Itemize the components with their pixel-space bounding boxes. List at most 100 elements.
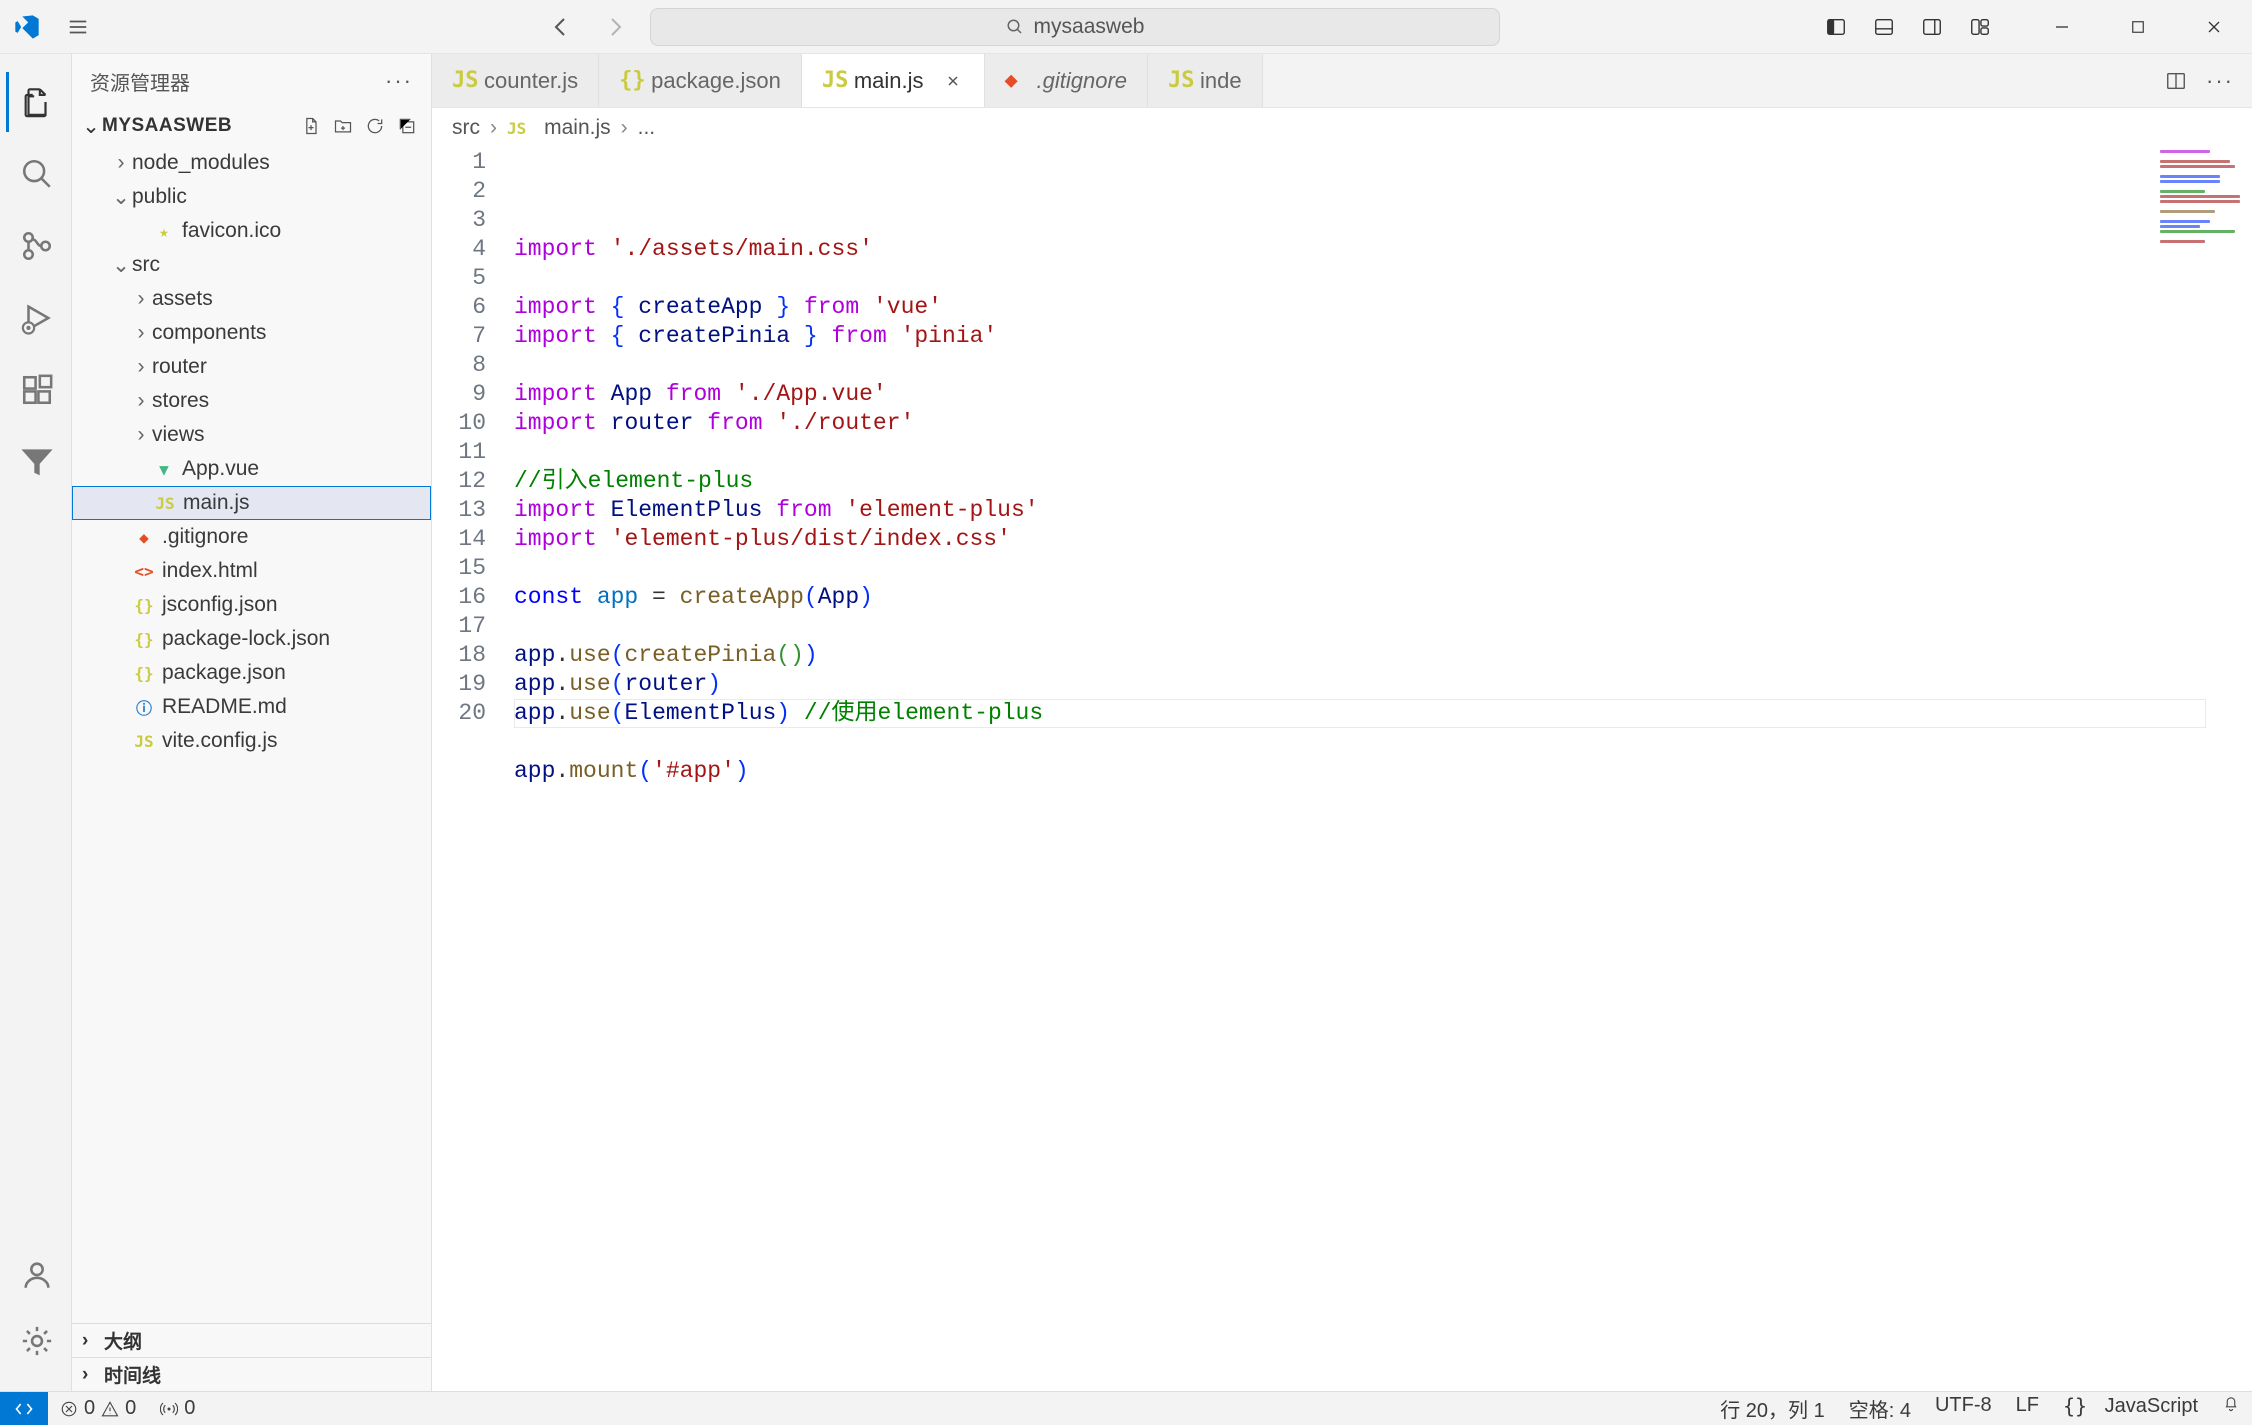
indent-status[interactable]: 空格: 4 (1837, 1394, 1923, 1423)
breadcrumb-symbol[interactable]: ... (638, 116, 656, 140)
code-editor[interactable]: 1234567891011121314151617181920 import '… (432, 148, 2252, 1391)
file-tree-item[interactable]: JSmain.js (72, 486, 431, 520)
nav-back-button[interactable] (542, 7, 582, 47)
file-tree: ›node_modules⌄public★favicon.ico⌄src›ass… (72, 144, 431, 1323)
file-tree-item[interactable]: ›node_modules (72, 146, 431, 180)
tab-bar: JScounter.js{}package.json JS main.js ◆.git… (432, 54, 2252, 108)
file-label: package-lock.json (162, 627, 330, 651)
file-label: assets (152, 287, 213, 311)
file-tree-item[interactable]: ›assets (72, 282, 431, 316)
chevron-right-icon: › (130, 423, 152, 447)
account-icon[interactable] (6, 1245, 66, 1305)
breadcrumb-file[interactable]: JS main.js (507, 116, 611, 140)
chevron-right-icon: › (82, 1330, 104, 1352)
file-tree-item[interactable]: JSvite.config.js (72, 724, 431, 758)
filter-tab-icon[interactable] (6, 432, 66, 492)
layout-panel-bottom-icon[interactable] (1860, 3, 1908, 51)
layout-sidebar-left-icon[interactable] (1812, 3, 1860, 51)
chevron-right-icon: › (110, 151, 132, 175)
title-bar: mysaasweb (0, 0, 2252, 54)
file-tree-item[interactable]: {} package-lock.json (72, 622, 431, 656)
breadcrumb[interactable]: src › JS main.js › ... (432, 108, 2252, 148)
file-tree-item[interactable]: ›views (72, 418, 431, 452)
editor-tab[interactable]: JScounter.js (432, 54, 599, 107)
file-tree-item[interactable]: ⓘREADME.md (72, 690, 431, 724)
timeline-section[interactable]: › 时间线 (72, 1357, 431, 1391)
file-icon: {} (132, 630, 156, 649)
close-tab-icon[interactable] (942, 73, 964, 89)
new-file-icon[interactable] (295, 110, 327, 142)
file-label: jsconfig.json (162, 593, 278, 617)
encoding-status[interactable]: UTF-8 (1923, 1394, 2004, 1417)
command-center[interactable]: mysaasweb (650, 8, 1500, 46)
tab-label: main.js (854, 68, 924, 94)
refresh-icon[interactable] (359, 110, 391, 142)
outline-section[interactable]: › 大纲 (72, 1323, 431, 1357)
notification-bell-icon[interactable] (2210, 1394, 2252, 1412)
chevron-right-icon: › (82, 1364, 104, 1386)
explorer-tab-icon[interactable] (6, 72, 66, 132)
remote-indicator[interactable] (0, 1392, 48, 1425)
ports-status[interactable]: 0 (148, 1392, 207, 1425)
window-close-button[interactable] (2176, 0, 2252, 54)
file-tree-item[interactable]: <>index.html (72, 554, 431, 588)
tab-more-icon[interactable]: ··· (2202, 63, 2238, 99)
file-label: views (152, 423, 205, 447)
vscode-logo-icon (0, 13, 54, 41)
editor-tab[interactable]: JSinde (1148, 54, 1263, 107)
editor-tab[interactable]: ◆.gitignore (985, 54, 1149, 107)
sidebar-more-icon[interactable]: ··· (385, 68, 413, 94)
debug-tab-icon[interactable] (6, 288, 66, 348)
chevron-right-icon: › (130, 321, 152, 345)
timeline-label: 时间线 (104, 1361, 161, 1388)
file-tree-item[interactable]: ◆.gitignore (72, 520, 431, 554)
cursor-position-status[interactable]: 行 20，列 1 (1708, 1394, 1836, 1423)
new-folder-icon[interactable] (327, 110, 359, 142)
scm-tab-icon[interactable] (6, 216, 66, 276)
window-minimize-button[interactable] (2024, 0, 2100, 54)
file-icon: JS (822, 68, 844, 93)
customize-layout-icon[interactable] (1956, 3, 2004, 51)
extensions-tab-icon[interactable] (6, 360, 66, 420)
editor-tab[interactable]: {}package.json (599, 54, 802, 107)
file-tree-item[interactable]: ⌄src (72, 248, 431, 282)
file-tree-item[interactable]: ›router (72, 350, 431, 384)
line-gutter: 1234567891011121314151617181920 (432, 148, 514, 1391)
file-tree-item[interactable]: ★favicon.ico (72, 214, 431, 248)
eol-status[interactable]: LF (2004, 1394, 2051, 1417)
tab-label: package.json (651, 68, 781, 94)
code-body[interactable]: import './assets/main.css'import { creat… (514, 148, 2252, 1391)
tab-label: counter.js (484, 68, 578, 94)
file-label: router (152, 355, 207, 379)
layout-sidebar-right-icon[interactable] (1908, 3, 1956, 51)
nav-forward-button[interactable] (594, 7, 634, 47)
file-icon: JS (132, 732, 156, 751)
project-header[interactable]: ⌄ MYSAASWEB (72, 108, 431, 144)
file-icon: ◆ (1005, 68, 1027, 93)
collapse-all-icon[interactable] (391, 110, 423, 142)
search-tab-icon[interactable] (6, 144, 66, 204)
language-status[interactable]: {} JavaScript (2051, 1394, 2210, 1418)
split-editor-icon[interactable] (2158, 63, 2194, 99)
file-icon: {} (132, 664, 156, 683)
chevron-right-icon: › (130, 287, 152, 311)
file-tree-item[interactable]: {}jsconfig.json (72, 588, 431, 622)
menu-button[interactable] (54, 16, 102, 38)
antenna-icon (160, 1400, 178, 1418)
file-tree-item[interactable]: ›components (72, 316, 431, 350)
activity-bar (0, 54, 72, 1391)
file-tree-item[interactable]: {} package.json (72, 656, 431, 690)
editor-tab[interactable]: JS main.js (802, 54, 985, 107)
chevron-down-icon: ⌄ (110, 185, 132, 210)
file-tree-item[interactable]: ▼App.vue (72, 452, 431, 486)
file-icon: <> (132, 562, 156, 581)
minimap[interactable] (2152, 148, 2252, 348)
file-tree-item[interactable]: ›stores (72, 384, 431, 418)
file-tree-item[interactable]: ⌄public (72, 180, 431, 214)
problems-status[interactable]: 0 0 (48, 1392, 148, 1425)
file-label: package.json (162, 661, 286, 685)
breadcrumb-folder[interactable]: src (452, 116, 480, 140)
window-maximize-button[interactable] (2100, 0, 2176, 54)
settings-gear-icon[interactable] (6, 1311, 66, 1371)
search-icon (1006, 18, 1024, 36)
